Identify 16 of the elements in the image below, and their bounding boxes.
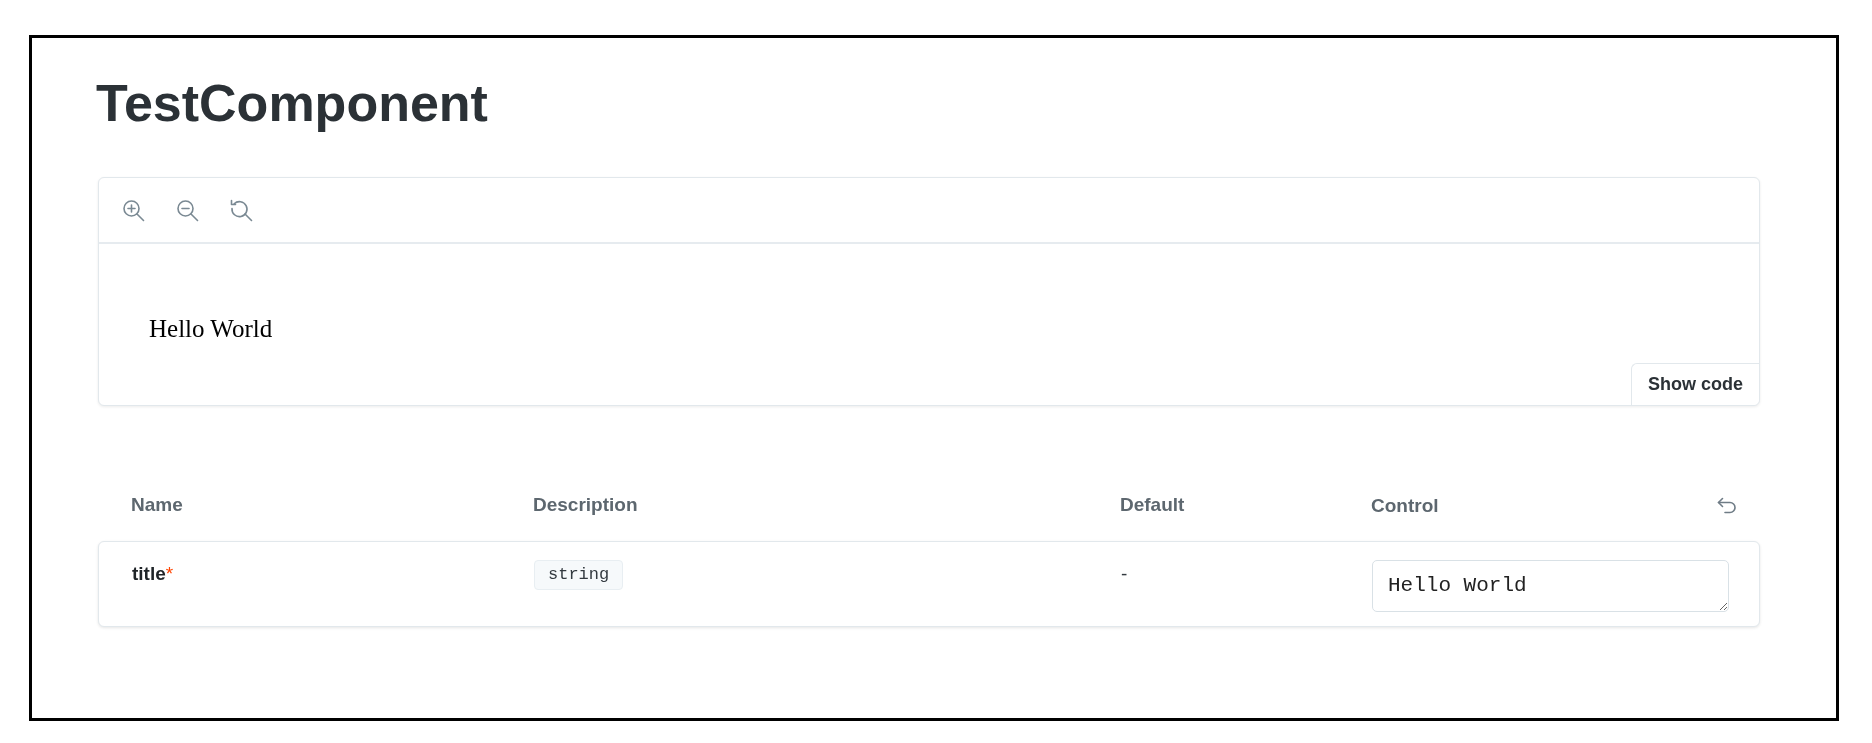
page-title: TestComponent xyxy=(96,73,488,134)
column-header: Control xyxy=(1371,493,1439,518)
text-input[interactable]: Hello World xyxy=(1372,560,1729,612)
required-mark: * xyxy=(165,563,174,584)
column-header: Default xyxy=(1120,494,1185,515)
undo-icon[interactable] xyxy=(1717,497,1737,514)
zoom-in-icon[interactable] xyxy=(122,198,145,222)
zoom-out-icon[interactable] xyxy=(176,198,199,222)
column-header: Name xyxy=(131,494,183,515)
type-badge: string xyxy=(534,560,624,590)
column-header: Description xyxy=(533,494,638,515)
reset-zoom-icon[interactable] xyxy=(230,198,253,222)
preview-text: Hello World xyxy=(149,315,273,342)
prop-name: title xyxy=(132,563,166,584)
default-value: - xyxy=(1121,563,1128,584)
show-code-button[interactable]: Show code xyxy=(1631,363,1759,405)
